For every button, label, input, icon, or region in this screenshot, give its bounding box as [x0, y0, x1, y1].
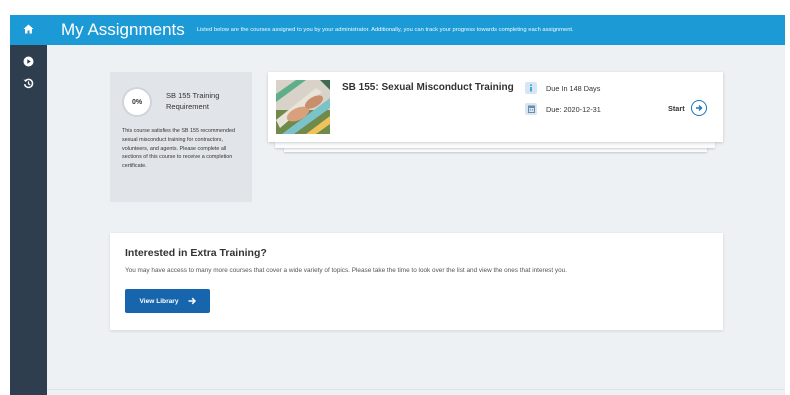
arrow-right-circle-icon[interactable]: [690, 100, 707, 116]
due-date: Due: 2020-12-31: [546, 105, 601, 114]
page-subtitle: Listed below are the courses assigned to…: [196, 27, 574, 33]
summary-title: SB 155 Training Requirement: [166, 91, 220, 111]
extra-training-description: You may have access to many more courses…: [125, 267, 568, 274]
page-title: My Assignments: [61, 20, 185, 39]
summary-description: This course satisfies the SB 155 recomme…: [122, 128, 235, 170]
home-icon: [23, 21, 34, 39]
arrow-right-icon: [188, 297, 196, 305]
sidebar: [10, 15, 47, 395]
view-library-button[interactable]: View Library: [125, 289, 210, 313]
calendar-icon: [525, 103, 537, 115]
course-card[interactable]: SB 155: Sexual Misconduct Training Due I…: [268, 72, 723, 142]
card-stack-layer: [275, 142, 715, 148]
extra-training-title: Interested in Extra Training?: [125, 247, 267, 259]
info-icon: [525, 82, 537, 94]
sidebar-item-history[interactable]: [10, 74, 47, 96]
course-title[interactable]: SB 155: Sexual Misconduct Training: [342, 82, 514, 93]
progress-circle: 0%: [122, 87, 152, 117]
page-header: My Assignments Listed below are the cour…: [47, 15, 785, 45]
course-summary-panel: 0% SB 155 Training Requirement This cour…: [110, 72, 252, 202]
play-circle-icon: [23, 54, 34, 72]
start-button[interactable]: Start: [668, 100, 707, 116]
view-library-label[interactable]: View Library: [139, 298, 178, 305]
divider: [47, 389, 785, 390]
sidebar-item-home[interactable]: [10, 15, 47, 45]
history-icon: [23, 76, 34, 94]
start-label[interactable]: Start: [668, 104, 685, 113]
sidebar-item-courses[interactable]: [10, 52, 47, 74]
progress-value: 0%: [131, 98, 143, 106]
course-thumbnail: [276, 80, 330, 134]
extra-training-panel: Interested in Extra Training? You may ha…: [110, 233, 723, 330]
due-in-days: Due In 148 Days: [546, 84, 601, 93]
